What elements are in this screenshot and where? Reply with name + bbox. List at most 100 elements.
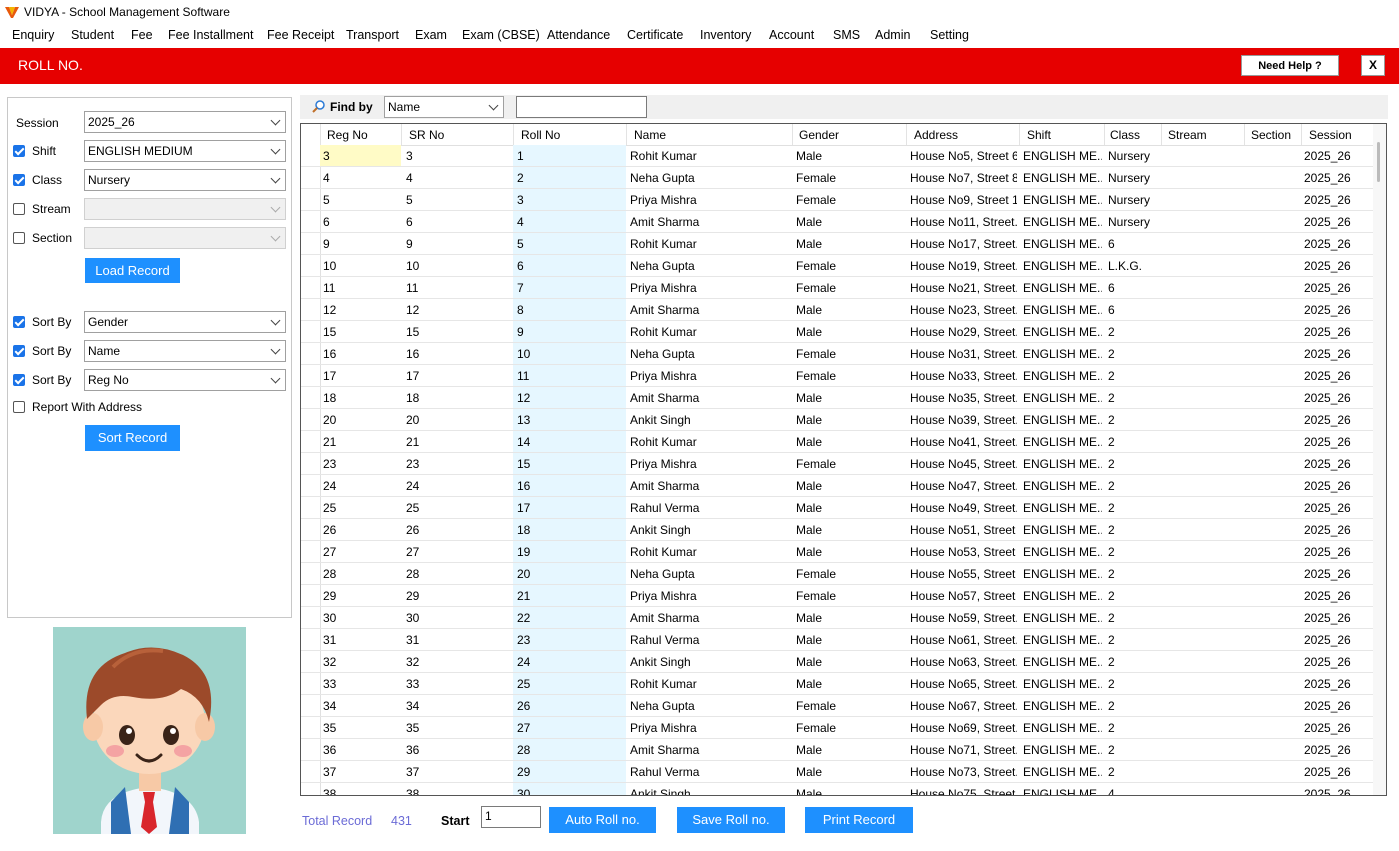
table-cell[interactable]: 6 [1108,237,1159,251]
table-cell[interactable]: Female [796,259,904,273]
table-cell[interactable]: Rohit Kumar [630,545,790,559]
table-cell[interactable]: 6 [323,215,399,229]
table-cell[interactable]: Amit Sharma [630,611,790,625]
start-input[interactable]: 1 [481,806,541,828]
table-cell[interactable]: 36 [406,743,510,757]
table-cell[interactable]: ENGLISH ME... [1023,787,1102,795]
table-cell[interactable]: Nursery [1108,171,1159,185]
table-cell[interactable]: House No23, Street... [910,303,1017,317]
table-cell[interactable]: 30 [323,611,399,625]
table-cell[interactable]: House No47, Street... [910,479,1017,493]
row-header[interactable] [301,211,321,232]
table-row[interactable]: 25 25 17 Rahul Verma Male House No49, Street.… [301,497,1386,519]
table-cell[interactable]: 2025_26 [1304,259,1374,273]
table-cell[interactable]: 2 [1108,523,1159,537]
table-cell[interactable]: ENGLISH ME... [1023,237,1102,251]
table-cell[interactable]: 23 [406,457,510,471]
table-row[interactable]: 30 30 22 Amit Sharma Male House No59, Street.… [301,607,1386,629]
table-cell[interactable]: 16 [517,479,623,493]
table-cell[interactable]: Ankit Singh [630,655,790,669]
menu-certificate[interactable]: Certificate [627,28,683,42]
report-with-address-checkbox[interactable] [13,401,25,413]
menu-fee[interactable]: Fee [131,28,153,42]
class-checkbox[interactable] [13,174,25,186]
row-header[interactable] [301,189,321,210]
table-cell[interactable]: 30 [406,611,510,625]
col-section[interactable]: Section [1251,128,1291,142]
row-header[interactable] [301,519,321,540]
table-cell[interactable]: 34 [323,699,399,713]
table-cell[interactable]: 2 [1108,501,1159,515]
table-cell[interactable]: 22 [517,611,623,625]
table-cell[interactable]: House No35, Street... [910,391,1017,405]
table-cell[interactable]: 2025_26 [1304,435,1374,449]
table-cell[interactable]: 2 [1108,567,1159,581]
table-row[interactable]: 5 5 3 Priya Mishra Female House No9, Street 1… [301,189,1386,211]
table-cell[interactable]: Rahul Verma [630,501,790,515]
table-cell[interactable]: 2025_26 [1304,303,1374,317]
table-cell[interactable]: 2025_26 [1304,171,1374,185]
class-select[interactable]: Nursery [84,169,286,191]
table-cell[interactable]: 2025_26 [1304,347,1374,361]
shift-select[interactable]: ENGLISH MEDIUM [84,140,286,162]
table-cell[interactable]: 6 [406,215,510,229]
table-row[interactable]: 28 28 20 Neha Gupta Female House No55, Street… [301,563,1386,585]
table-cell[interactable]: Nursery [1108,149,1159,163]
table-cell[interactable]: 2025_26 [1304,611,1374,625]
row-header[interactable] [301,387,321,408]
table-cell[interactable]: ENGLISH ME... [1023,281,1102,295]
table-cell[interactable]: ENGLISH ME... [1023,721,1102,735]
menu-exam-cbse[interactable]: Exam (CBSE) [462,28,540,42]
table-cell[interactable]: 34 [406,699,510,713]
row-header[interactable] [301,651,321,672]
row-header[interactable] [301,607,321,628]
table-cell[interactable]: Rohit Kumar [630,677,790,691]
table-cell[interactable]: 5 [323,193,399,207]
table-cell[interactable]: Rohit Kumar [630,435,790,449]
table-cell[interactable]: 21 [406,435,510,449]
table-cell[interactable]: 17 [406,369,510,383]
table-cell[interactable]: 10 [517,347,623,361]
sort-record-button[interactable]: Sort Record [85,425,180,451]
table-cell[interactable]: 5 [406,193,510,207]
table-cell[interactable]: Male [796,787,904,795]
table-cell[interactable]: 2 [1108,391,1159,405]
menu-transport[interactable]: Transport [346,28,399,42]
table-cell[interactable]: 15 [406,325,510,339]
menu-setting[interactable]: Setting [930,28,969,42]
table-row[interactable]: 10 10 6 Neha Gupta Female House No19, Street.… [301,255,1386,277]
table-cell[interactable]: House No21, Street... [910,281,1017,295]
table-cell[interactable]: 2 [1108,743,1159,757]
table-cell[interactable]: 3 [323,149,399,163]
table-cell[interactable]: 2025_26 [1304,391,1374,405]
table-cell[interactable]: 11 [323,281,399,295]
table-cell[interactable]: 29 [517,765,623,779]
table-cell[interactable]: Ankit Singh [630,787,790,795]
table-row[interactable]: 33 33 25 Rohit Kumar Male House No65, Street.… [301,673,1386,695]
sort2-checkbox[interactable] [13,345,25,357]
table-row[interactable]: 29 29 21 Priya Mishra Female House No57, Stre… [301,585,1386,607]
table-cell[interactable]: ENGLISH ME... [1023,215,1102,229]
table-cell[interactable]: 2025_26 [1304,743,1374,757]
table-cell[interactable]: Male [796,215,904,229]
table-cell[interactable]: 5 [517,237,623,251]
table-cell[interactable]: 4 [1108,787,1159,795]
table-cell[interactable]: Female [796,171,904,185]
table-cell[interactable]: House No63, Street... [910,655,1017,669]
table-row[interactable]: 27 27 19 Rohit Kumar Male House No53, Street … [301,541,1386,563]
table-cell[interactable]: 2 [1108,611,1159,625]
table-cell[interactable]: 6 [1108,303,1159,317]
table-row[interactable]: 37 37 29 Rahul Verma Male House No73, Street.… [301,761,1386,783]
col-sr-no[interactable]: SR No [409,128,444,142]
table-cell[interactable]: ENGLISH ME... [1023,567,1102,581]
table-cell[interactable]: Rohit Kumar [630,325,790,339]
table-cell[interactable]: House No61, Street... [910,633,1017,647]
table-cell[interactable]: 27 [323,545,399,559]
table-cell[interactable]: 26 [406,523,510,537]
table-cell[interactable]: Male [796,435,904,449]
table-cell[interactable]: Priya Mishra [630,193,790,207]
table-cell[interactable]: 7 [517,281,623,295]
table-cell[interactable]: 32 [406,655,510,669]
table-cell[interactable]: 2 [1108,677,1159,691]
table-cell[interactable]: 4 [517,215,623,229]
